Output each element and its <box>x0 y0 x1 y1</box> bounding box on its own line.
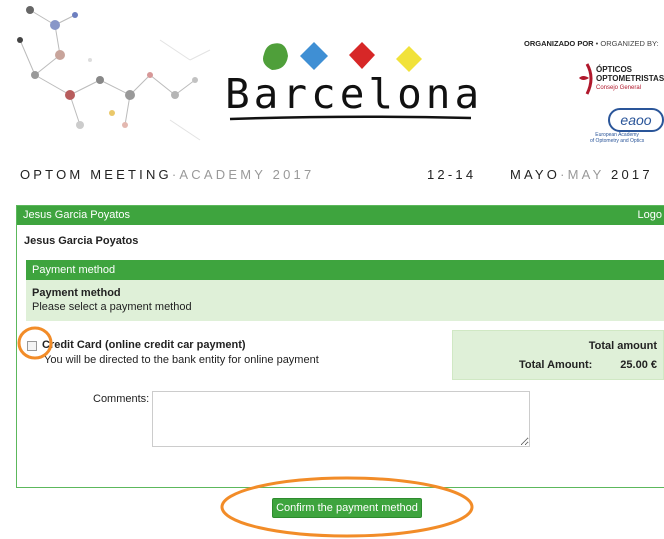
payment-instruction: Please select a payment method <box>32 301 192 313</box>
total-amount-value: 25.00 € <box>620 359 657 371</box>
comments-textarea[interactable] <box>152 391 530 447</box>
event-title-strip: OPTOM MEETING·ACADEMY 2017 12-14 MAYO·MA… <box>0 163 664 187</box>
event-header: Barcelona ORGANIZADO POR • ORGANIZED BY:… <box>0 0 664 160</box>
user-name: Jesus Garcia Poyatos <box>24 235 139 247</box>
payment-section-header: Payment method <box>26 260 664 280</box>
svg-text:eaoo: eaoo <box>620 112 651 128</box>
payment-method-panel: Payment method Payment method Please sel… <box>26 260 664 321</box>
event-month-year: MAYO·MAY 2017 <box>510 167 653 182</box>
barcelona-logo-text: Barcelona <box>225 70 484 118</box>
eaoo-logo-icon: eaoo <box>608 108 664 132</box>
event-name: OPTOM MEETING·ACADEMY 2017 <box>20 167 315 182</box>
credit-card-option-title: Credit Card (online credit car payment) <box>42 339 246 351</box>
opticos-logo-text: ÓPTICOS OPTOMETRISTAS <box>596 65 664 83</box>
total-amount-header: Total amount <box>588 340 657 352</box>
panel-header: Jesus Garcia Poyatos Logo <box>17 206 664 225</box>
confirm-payment-button[interactable]: Confirm the payment method <box>272 498 422 518</box>
total-amount-label: Total Amount: <box>519 359 593 371</box>
comments-label: Comments: <box>93 393 150 405</box>
opticos-subtitle: Consejo General <box>596 85 642 91</box>
user-name-header: Jesus Garcia Poyatos <box>23 209 130 221</box>
credit-card-option-desc: You will be directed to the bank entity … <box>44 354 319 366</box>
molecule-illustration <box>17 6 211 141</box>
logout-link[interactable]: Logo <box>638 206 662 225</box>
total-amount-box: Total amount Total Amount: 25.00 € <box>452 330 664 380</box>
eaoo-caption: European Academy of Optometry and Optics <box>590 132 645 144</box>
credit-card-checkbox[interactable] <box>27 341 37 351</box>
organized-by-label: ORGANIZADO POR • ORGANIZED BY: <box>524 39 659 48</box>
payment-intro: Payment method Please select a payment m… <box>26 280 664 321</box>
event-dates: 12-14 <box>427 167 477 182</box>
logo-underline <box>229 115 472 121</box>
payment-title: Payment method <box>32 287 121 299</box>
